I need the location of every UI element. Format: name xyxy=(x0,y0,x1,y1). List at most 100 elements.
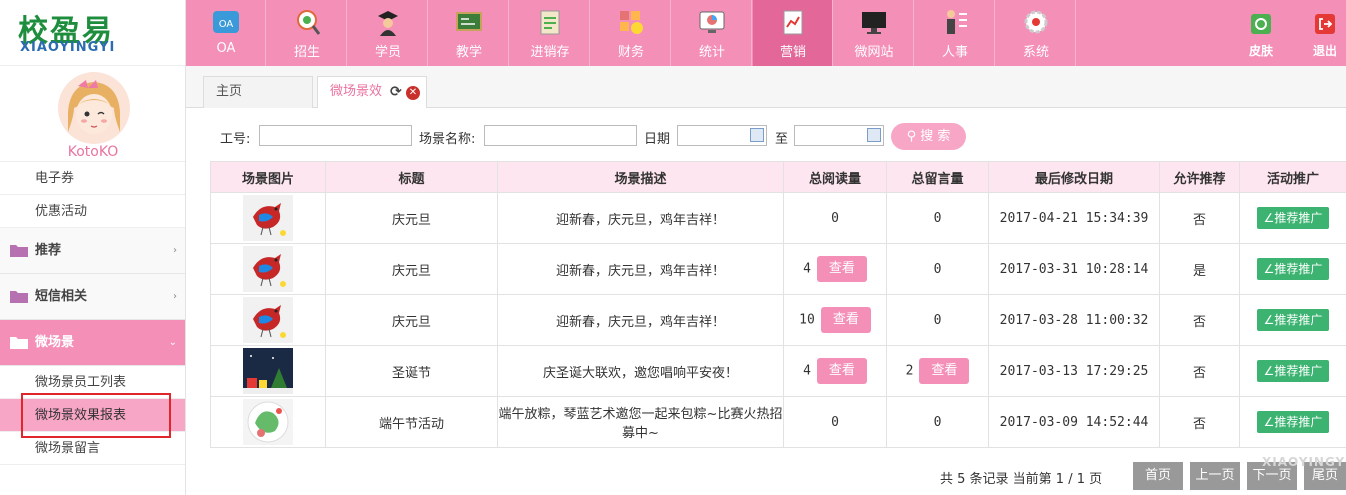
calendar-icon[interactable] xyxy=(867,128,881,142)
folder-icon xyxy=(10,291,28,303)
nav-system[interactable]: 系统 xyxy=(996,0,1076,66)
blackboard-icon xyxy=(456,12,482,31)
nav-finance[interactable]: 财务 xyxy=(591,0,671,66)
nav-skin[interactable]: 皮肤 xyxy=(1236,0,1286,66)
cell-description: 端午放粽，琴蓝艺术邀您一起来包粽~比赛火热招募中~ xyxy=(497,396,784,448)
oa-icon: OA xyxy=(213,11,239,33)
watermark: XIAOYINGYI xyxy=(1262,455,1346,469)
cell-scene-image xyxy=(210,294,326,346)
nav-oa[interactable]: OA OA xyxy=(186,0,266,66)
view-reads-button[interactable]: 查看 xyxy=(820,307,871,333)
refresh-icon[interactable]: ⟳ xyxy=(390,77,402,107)
cell-scene-image xyxy=(210,396,326,448)
oa-icon-text: OA xyxy=(219,19,234,30)
nav-label: 招生 xyxy=(293,45,320,60)
nav-enroll[interactable]: 招生 xyxy=(267,0,347,66)
chevron-right-icon: › xyxy=(173,245,177,256)
cell-last-modified: 2017-03-13 17:29:25 xyxy=(988,345,1160,397)
reads-count: 4 xyxy=(803,261,811,277)
sidebar-group-label: 微场景 xyxy=(35,335,75,350)
cell-last-modified: 2017-03-28 11:00:32 xyxy=(988,294,1160,346)
tab-microscene-report[interactable]: 微场景效 ⟳ ✕ xyxy=(317,76,427,108)
nav-teaching[interactable]: 教学 xyxy=(429,0,509,66)
avatar[interactable] xyxy=(58,72,130,144)
first-page-button[interactable]: 首页 xyxy=(1133,462,1183,490)
sidebar-item-coupon[interactable]: 电子券 xyxy=(0,162,185,195)
cell-total-reads: 4 查看 xyxy=(783,345,887,397)
highlight-annotation-box xyxy=(21,393,171,438)
cell-scene-image xyxy=(210,192,326,244)
cell-promotion: ∠推荐推广 xyxy=(1239,192,1346,244)
promote-button[interactable]: ∠推荐推广 xyxy=(1257,207,1329,229)
cell-allow-recommend: 否 xyxy=(1159,294,1240,346)
nav-label: 微网站 xyxy=(854,45,894,60)
search-button[interactable]: ⚲ 搜 索 xyxy=(891,123,966,150)
view-reads-button[interactable]: 查看 xyxy=(816,256,867,282)
scene-name-label: 场景名称: xyxy=(419,132,476,147)
reads-count: 0 xyxy=(831,414,839,430)
search-icon: ⚲ xyxy=(906,129,921,144)
sidebar-group-recommend[interactable]: 推荐 › xyxy=(0,228,185,274)
prev-page-button[interactable]: 上一页 xyxy=(1190,462,1240,490)
promote-button[interactable]: ∠推荐推广 xyxy=(1257,258,1329,280)
nav-logout[interactable]: 退出 xyxy=(1304,0,1346,66)
cell-promotion: ∠推荐推广 xyxy=(1239,243,1346,295)
sidebar-group-microscene[interactable]: 微场景 ⌄ xyxy=(0,320,185,366)
cell-total-reads: 0 xyxy=(783,396,887,448)
nav-statistics[interactable]: 统计 xyxy=(672,0,752,66)
scene-report-table: 场景图片 标题 场景描述 总阅读量 总留言量 最后修改日期 允许推荐 活动推广 … xyxy=(210,161,1346,448)
cell-total-reads: 0 xyxy=(783,192,887,244)
view-reads-button[interactable]: 查看 xyxy=(816,358,867,384)
nav-hr[interactable]: 人事 xyxy=(915,0,995,66)
cell-title: 端午节活动 xyxy=(325,396,498,448)
header-scene-image: 场景图片 xyxy=(210,161,326,193)
sidebar-item-promotion[interactable]: 优惠活动 xyxy=(0,195,185,228)
search-bar: 工号: 场景名称: 日期 至 ⚲ 搜 索 xyxy=(186,108,1346,160)
nav-microsite[interactable]: 微网站 xyxy=(834,0,914,66)
chevron-right-icon: › xyxy=(173,291,177,302)
scene-name-input[interactable] xyxy=(484,125,637,146)
cell-last-modified: 2017-03-31 10:28:14 xyxy=(988,243,1160,295)
cell-total-reads: 4 查看 xyxy=(783,243,887,295)
cell-title: 庆元旦 xyxy=(325,192,498,244)
staff-id-input[interactable] xyxy=(259,125,412,146)
cell-promotion: ∠推荐推广 xyxy=(1239,294,1346,346)
bird-thumbnail-icon xyxy=(243,246,293,292)
gear-icon xyxy=(1024,10,1048,34)
nav-label: 教学 xyxy=(455,45,482,60)
cell-promotion: ∠推荐推广 xyxy=(1239,345,1346,397)
monitor-icon xyxy=(862,12,886,34)
nav-students[interactable]: 学员 xyxy=(348,0,428,66)
username[interactable]: KotoKO xyxy=(0,144,186,160)
nav-label: 统计 xyxy=(698,45,725,60)
bird-thumbnail-icon xyxy=(243,195,293,241)
nav-inventory[interactable]: 进销存 xyxy=(510,0,590,66)
tab-bar: 主页 微场景效 ⟳ ✕ xyxy=(186,66,1346,108)
close-icon[interactable]: ✕ xyxy=(406,86,420,100)
promote-button[interactable]: ∠推荐推广 xyxy=(1257,360,1329,382)
calendar-icon[interactable] xyxy=(750,128,764,142)
table-row: 圣诞节 庆圣诞大联欢，邀您唱响平安夜！ 4 查看 2 查看 2017-03-13 17:29… xyxy=(210,345,1346,397)
chart-monitor-icon xyxy=(699,11,725,33)
nav-skin-label: 皮肤 xyxy=(1248,44,1273,58)
tab-home[interactable]: 主页 xyxy=(203,76,313,108)
cell-title: 庆元旦 xyxy=(325,243,498,295)
header-promotion: 活动推广 xyxy=(1239,161,1346,193)
promote-button[interactable]: ∠推荐推广 xyxy=(1257,309,1329,331)
staff-id-label: 工号: xyxy=(220,132,251,147)
view-messages-button[interactable]: 查看 xyxy=(919,358,970,384)
chevron-down-icon: ⌄ xyxy=(168,337,177,348)
nav-label: 人事 xyxy=(941,45,968,60)
cell-last-modified: 2017-04-21 15:34:39 xyxy=(988,192,1160,244)
avatar-girl-icon xyxy=(58,72,130,144)
cell-allow-recommend: 否 xyxy=(1159,396,1240,448)
messages-count: 0 xyxy=(933,414,942,430)
folder-icon xyxy=(10,245,28,257)
sidebar-group-sms[interactable]: 短信相关 › xyxy=(0,274,185,320)
nav-marketing[interactable]: 营销 xyxy=(753,0,833,66)
to-label: 至 xyxy=(775,132,789,147)
christmas-thumbnail-icon xyxy=(243,348,293,394)
person-icon xyxy=(947,10,967,34)
promote-button[interactable]: ∠推荐推广 xyxy=(1257,411,1329,433)
finance-icon xyxy=(620,11,643,34)
